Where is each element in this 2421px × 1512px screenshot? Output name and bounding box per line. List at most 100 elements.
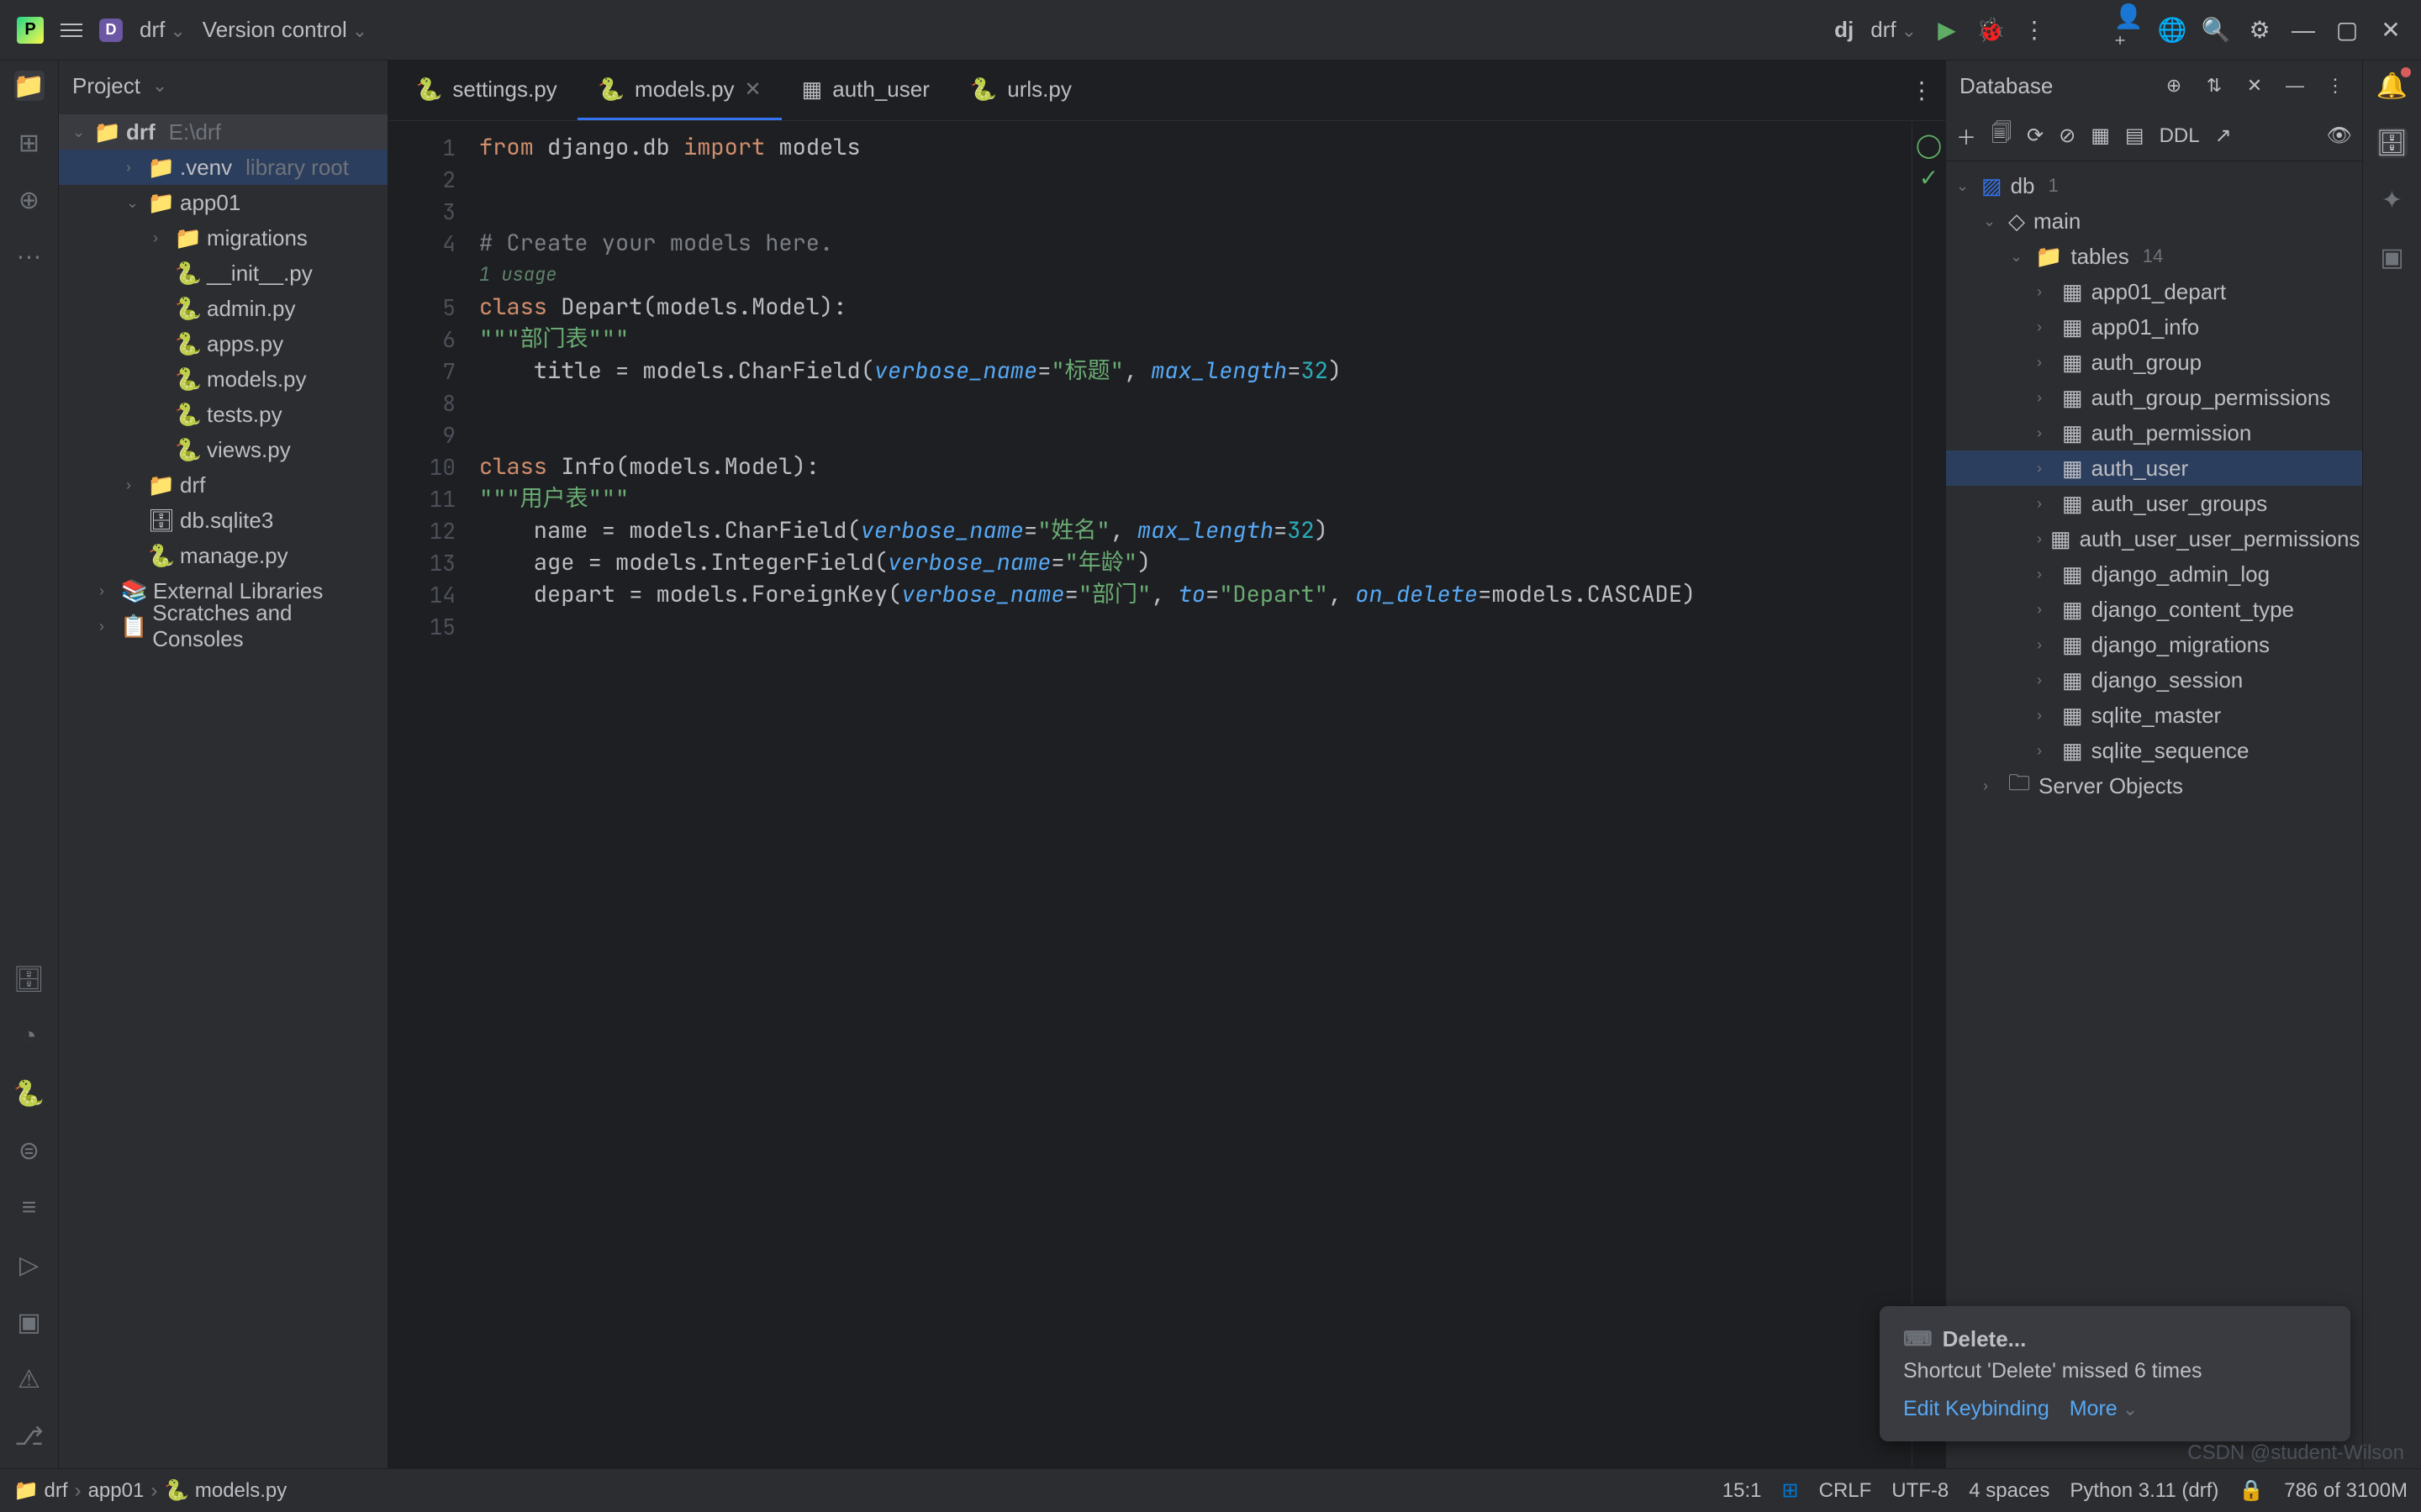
tree-item[interactable]: 🐍__init__.py [59,256,388,291]
breadcrumb-item[interactable]: 📁 drf [13,1478,68,1503]
endpoints-tool-icon[interactable]: ⊕ [14,185,45,215]
code-line[interactable]: depart = models.ForeignKey(verbose_name=… [472,578,1912,610]
project-name[interactable]: drf [140,17,186,43]
chevron-right-icon[interactable]: › [2037,707,2054,724]
chevron-icon[interactable]: ⌄ [126,194,143,212]
maximize-icon[interactable]: ▢ [2334,17,2360,44]
editor-tab[interactable]: ▦auth_user [782,61,950,120]
tree-item[interactable]: ›📁drf [59,467,388,503]
db-table-row[interactable]: ›▦auth_user_user_permissions [1946,521,2362,556]
tree-item[interactable]: ›📋Scratches and Consoles [59,608,388,644]
code-line[interactable]: from django.db import models [472,131,1912,163]
breadcrumb-item[interactable]: app01 [88,1479,145,1503]
chevron-right-icon[interactable]: › [2037,354,2054,371]
code-line[interactable] [472,610,1912,642]
profiler-tool-icon[interactable]: ◔ [14,1021,45,1051]
db-root[interactable]: ⌄ ▨ db 1 [1946,168,2362,203]
db-table-row[interactable]: ›▦auth_group [1946,345,2362,380]
chevron-right-icon[interactable]: › [1983,777,2000,795]
db-add-icon[interactable]: ＋ [1956,121,1976,150]
editor-code[interactable]: from django.db import models # Create yo… [472,121,1912,1468]
code-line[interactable]: name = models.CharField(verbose_name="姓名… [472,514,1912,546]
db-table-row[interactable]: ›▦auth_user [1946,450,2362,486]
indent-setting[interactable]: 4 spaces [1969,1479,2049,1503]
line-number[interactable]: 2 [388,163,472,195]
tree-item[interactable]: 🐍models.py [59,361,388,397]
breadcrumb[interactable]: 📁 drf›app01›🐍 models.py [13,1478,287,1503]
terminal-tool-icon[interactable]: ▣ [14,1307,45,1337]
chevron-icon[interactable]: › [126,477,143,494]
line-number[interactable]: 10 [388,450,472,482]
more-link[interactable]: More [2070,1397,2138,1421]
db-table-row[interactable]: ›▦app01_depart [1946,274,2362,309]
code-line[interactable]: """部门表""" [472,323,1912,355]
layers-tool-icon[interactable]: ≡ [14,1193,45,1223]
chevron-down-icon[interactable]: ⌄ [1956,177,1973,195]
pycharm-icon[interactable]: P [17,17,44,44]
line-number[interactable]: 5 [388,291,472,323]
chevron-right-icon[interactable]: › [2037,672,2054,689]
chevron-right-icon[interactable]: › [2037,495,2054,513]
settings-icon[interactable]: ⚙ [2246,17,2273,44]
editor[interactable]: 1234 56789101112131415 from django.db im… [388,121,1945,1468]
db-view-icon[interactable]: 👁 [2327,124,2352,148]
search-icon[interactable]: 🔍 [2202,17,2229,44]
editor-tab[interactable]: 🐍settings.py [395,61,578,120]
db-table-row[interactable]: ›▦auth_group_permissions [1946,380,2362,415]
chevron-right-icon[interactable]: › [2037,742,2054,760]
line-number[interactable]: 11 [388,482,472,514]
translate-icon[interactable]: 🌐 [2159,17,2186,44]
windows-icon[interactable]: ⊞ [1782,1478,1799,1503]
file-encoding[interactable]: UTF-8 [1891,1479,1949,1503]
memory-indicator[interactable]: 786 of 3100M [2284,1479,2408,1503]
db-schema[interactable]: ⌄ ◇ main [1946,203,2362,239]
editor-tab[interactable]: 🐍urls.py [950,61,1092,120]
line-number[interactable]: 9 [388,419,472,450]
structure-tool-icon[interactable]: ⊞ [14,128,45,158]
line-number[interactable]: 15 [388,610,472,642]
ai-tool-icon[interactable]: ✦ [2377,185,2408,215]
project-badge[interactable]: D [99,18,123,42]
chevron-down-icon[interactable]: ⌄ [2010,248,2027,266]
tree-item[interactable]: 🐍admin.py [59,291,388,326]
line-number[interactable]: 4 [388,227,472,259]
chevron-icon[interactable]: › [126,159,143,176]
chevron-down-icon[interactable]: ⌄ [72,124,89,141]
db-ddl-button[interactable]: DDL [2160,124,2200,148]
db-table-row[interactable]: ›▦sqlite_sequence [1946,733,2362,768]
chevron-icon[interactable]: › [99,582,116,600]
db-table-row[interactable]: ›▦sqlite_master [1946,698,2362,733]
more-actions-icon[interactable]: ⋮ [2021,17,2048,44]
code-line[interactable] [472,163,1912,195]
db-table-row[interactable]: ›▦django_session [1946,662,2362,698]
more-tools-icon[interactable]: ⋯ [14,242,45,272]
edit-keybinding-link[interactable]: Edit Keybinding [1903,1397,2049,1421]
db-server-objects[interactable]: › 🗀 Server Objects [1946,768,2362,803]
database-tool-icon-left[interactable]: 🗄 [14,964,45,994]
db-jump-icon[interactable]: ↗ [2215,124,2232,148]
chevron-right-icon[interactable]: › [2037,283,2054,301]
inspection-check-icon[interactable]: ✓ [1919,164,1938,192]
chevron-right-icon[interactable]: › [2037,319,2054,336]
code-line[interactable]: title = models.CharField(verbose_name="标… [472,355,1912,387]
code-with-me-icon[interactable]: 👤⁺ [2115,17,2142,44]
chevron-right-icon[interactable]: › [2037,424,2054,442]
run-tool-icon[interactable]: ▷ [14,1250,45,1280]
line-number[interactable]: 14 [388,578,472,610]
code-line[interactable] [472,387,1912,419]
services-tool-icon[interactable]: ⊜ [14,1135,45,1166]
chevron-right-icon[interactable]: › [2037,389,2054,407]
close-tab-icon[interactable]: ✕ [745,77,762,102]
code-line[interactable]: """用户表""" [472,482,1912,514]
chevron-right-icon[interactable]: › [2037,460,2054,477]
db-table-row[interactable]: ›▦app01_info [1946,309,2362,345]
chevron-icon[interactable]: › [153,229,170,247]
tabs-more-icon[interactable]: ⋮ [1908,77,1935,104]
run-config-selector[interactable]: drf [1870,17,1917,43]
main-menu-icon[interactable] [61,24,82,37]
db-tx-icon[interactable]: ▦ [2091,124,2110,148]
python-packages-icon[interactable]: 🐍 [14,1078,45,1109]
notifications-icon[interactable]: 🔔 [2377,71,2408,101]
db-console-icon[interactable]: 🗐 [1991,119,2012,153]
chevron-right-icon[interactable]: › [2037,530,2042,548]
